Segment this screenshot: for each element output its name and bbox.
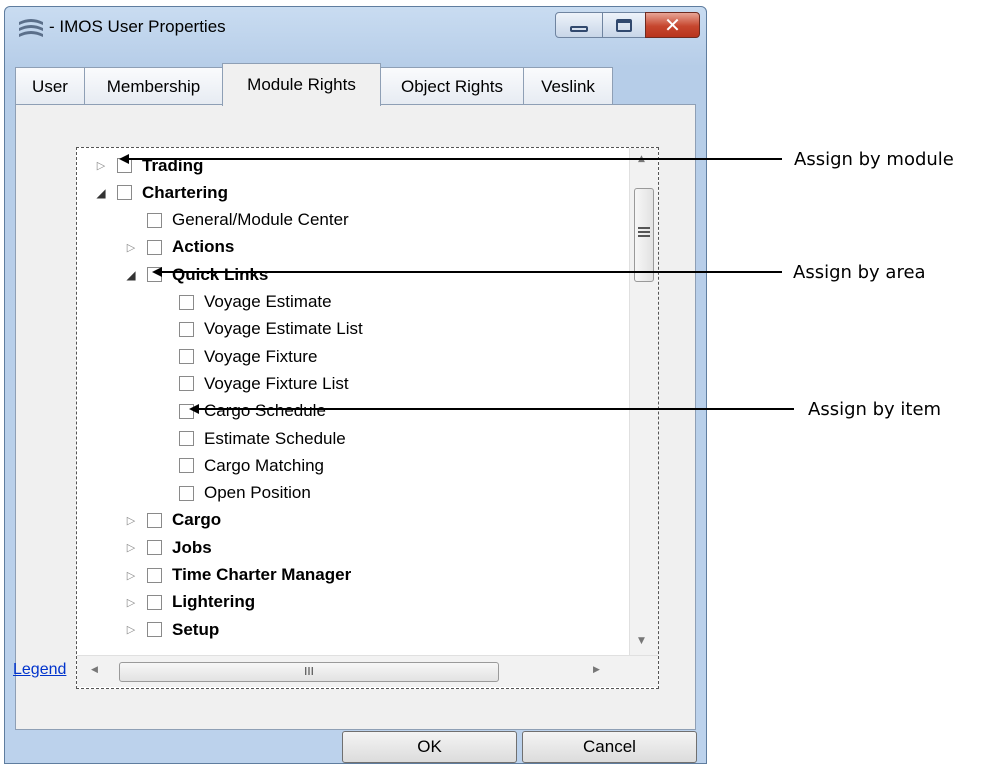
permission-checkbox[interactable]	[179, 321, 194, 337]
permission-checkbox[interactable]	[147, 239, 162, 255]
expand-chevron-icon[interactable]: ▷	[123, 241, 139, 254]
permission-checkbox[interactable]	[147, 540, 162, 556]
tree-item-label: Voyage Fixture	[204, 346, 318, 366]
tree-item-label: Actions	[172, 237, 235, 257]
ok-button[interactable]: OK	[342, 731, 517, 763]
permission-checkbox[interactable]	[117, 185, 132, 201]
tree-row[interactable]: ▷ Trading	[93, 152, 204, 179]
expand-chevron-icon[interactable]: ▷	[123, 514, 139, 527]
vertical-scrollbar[interactable]: ▲ ▼	[629, 148, 658, 655]
close-icon: ✕	[664, 13, 681, 37]
tree-row[interactable]: ▷ Actions	[123, 234, 235, 261]
tree-item-label: Voyage Estimate	[204, 292, 332, 311]
tree-item-label: Cargo Schedule	[204, 401, 326, 421]
tree-row[interactable]: Voyage Estimate	[155, 289, 332, 316]
tree-row[interactable]: ▷ Jobs	[123, 534, 212, 561]
scroll-right-icon[interactable]: ▶	[593, 665, 600, 675]
permission-checkbox[interactable]	[179, 485, 194, 501]
permission-checkbox[interactable]	[147, 567, 162, 583]
tree-item-label: Chartering	[142, 182, 228, 202]
tree-item-label: General/Module Center	[172, 210, 349, 230]
area-callout-line	[161, 271, 782, 273]
module-rights-tree: ▷ Trading ◢ Chartering General/Module Center…	[76, 147, 659, 689]
tree-item-label: Open Position	[204, 483, 311, 503]
module-rights-panel: ▷ Trading ◢ Chartering General/Module Center…	[15, 104, 696, 730]
permission-checkbox[interactable]	[179, 349, 194, 365]
dialog-footer: OK Cancel	[5, 729, 706, 765]
scroll-down-icon[interactable]: ▼	[638, 636, 645, 646]
permission-checkbox[interactable]	[179, 376, 194, 392]
permission-checkbox[interactable]	[179, 431, 194, 446]
expand-chevron-icon[interactable]: ▷	[123, 541, 139, 554]
item-callout-label: Assign by item	[808, 399, 942, 420]
tree-viewport: ▷ Trading ◢ Chartering General/Module Center…	[77, 148, 629, 655]
tree-row[interactable]: Cargo Matching	[155, 452, 324, 479]
tree-row[interactable]: General/Module Center	[123, 207, 349, 234]
vertical-scroll-thumb[interactable]	[634, 188, 654, 282]
title-bar[interactable]: - IMOS User Properties ✕	[5, 7, 706, 45]
permission-checkbox[interactable]	[147, 622, 162, 638]
tab-membership[interactable]: Membership	[84, 67, 223, 105]
minimize-button[interactable]	[555, 12, 603, 38]
horizontal-scrollbar[interactable]: ◀ III ▶	[77, 655, 658, 687]
tree-row[interactable]: Cargo Schedule	[155, 398, 326, 425]
tab-object-rights[interactable]: Object Rights	[380, 67, 524, 105]
grip-icon	[638, 227, 650, 239]
maximize-button[interactable]	[602, 12, 646, 38]
permission-checkbox[interactable]	[147, 212, 162, 228]
tree-row[interactable]: ◢ Chartering	[93, 179, 228, 206]
permission-checkbox[interactable]	[179, 458, 194, 474]
expand-chevron-icon[interactable]: ▷	[93, 159, 109, 172]
tree-item-label: Jobs	[172, 537, 212, 557]
legend-link[interactable]: Legend	[13, 661, 66, 679]
horizontal-scroll-thumb[interactable]: III	[119, 662, 499, 682]
tree-item-label: Voyage Fixture List	[204, 373, 349, 393]
tree-row[interactable]: Estimate Schedule	[155, 425, 346, 452]
permission-checkbox[interactable]	[147, 594, 162, 610]
tree-row[interactable]: ▷ Time Charter Manager	[123, 562, 351, 589]
expand-chevron-icon[interactable]: ▷	[123, 623, 139, 636]
tree-item-label: Time Charter Manager	[172, 565, 352, 584]
collapse-chevron-icon[interactable]: ◢	[123, 268, 139, 282]
tree-item-label: Cargo Matching	[204, 455, 325, 475]
cancel-button[interactable]: Cancel	[522, 731, 697, 763]
tree-row[interactable]: Open Position	[155, 480, 311, 507]
minimize-icon	[570, 26, 588, 32]
tree-row[interactable]: Voyage Fixture List	[155, 370, 349, 397]
permission-checkbox[interactable]	[147, 512, 162, 528]
item-callout-line	[198, 408, 794, 410]
tree-item-label: Voyage Estimate List	[204, 319, 363, 339]
collapse-chevron-icon[interactable]: ◢	[93, 186, 109, 200]
tree-row[interactable]: Voyage Estimate List	[155, 316, 363, 343]
expand-chevron-icon[interactable]: ▷	[123, 596, 139, 609]
permission-checkbox[interactable]	[179, 294, 194, 310]
tree-row[interactable]: ◢ Quick Links	[123, 261, 268, 288]
maximize-icon	[616, 18, 632, 32]
module-callout-label: Assign by module	[794, 149, 954, 170]
tab-user[interactable]: User	[15, 67, 85, 105]
tree-row[interactable]: Voyage Fixture	[155, 343, 317, 370]
app-logo-icon	[19, 19, 43, 37]
user-properties-dialog: - IMOS User Properties ✕ User Membership…	[4, 6, 707, 764]
tree-item-label: Quick Links	[172, 264, 269, 284]
close-button[interactable]: ✕	[645, 12, 700, 38]
tree-item-label: Setup	[172, 619, 220, 639]
tree-item-label: Estimate Schedule	[204, 428, 346, 448]
tree-item-label: Lightering	[172, 592, 256, 612]
tab-module-rights[interactable]: Module Rights	[222, 63, 381, 106]
tree-item-label: Cargo	[172, 510, 222, 530]
tree-row[interactable]: ▷ Setup	[123, 616, 219, 643]
expand-chevron-icon[interactable]: ▷	[123, 569, 139, 582]
scroll-left-icon[interactable]: ◀	[91, 665, 98, 675]
window-title: - IMOS User Properties	[49, 17, 226, 36]
module-callout-line	[128, 158, 782, 160]
tab-veslink[interactable]: Veslink	[523, 67, 613, 105]
tree-row[interactable]: ▷ Cargo	[123, 507, 221, 534]
area-callout-label: Assign by area	[793, 262, 926, 283]
tree-row[interactable]: ▷ Lightering	[123, 589, 255, 616]
